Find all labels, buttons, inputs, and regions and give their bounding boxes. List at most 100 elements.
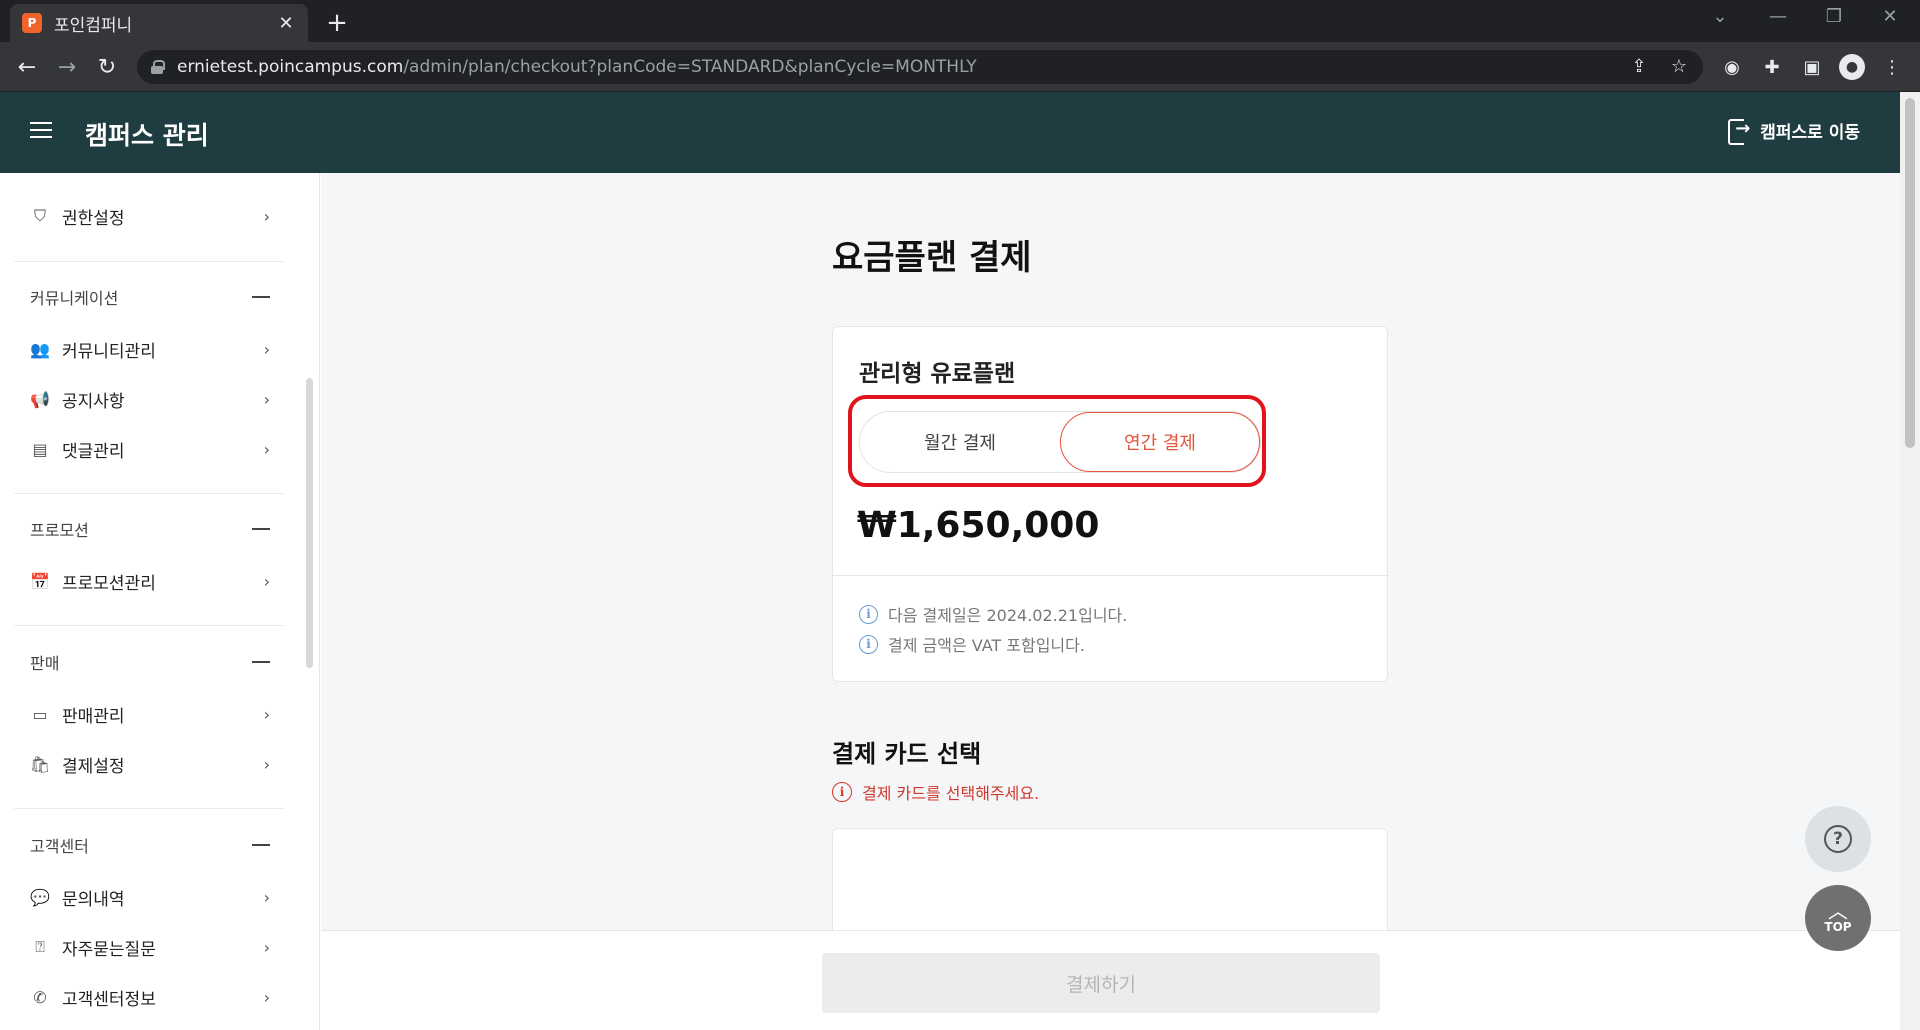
browser-tab-bar: P 포인컴퍼니 ✕ + ⌄ — ❐ ✕ — [0, 0, 1920, 42]
sidebar-item-label: 커뮤니티관리 — [62, 341, 156, 362]
tab-title: 포인컴퍼니 — [54, 15, 133, 36]
chevron-right-icon: › — [263, 571, 270, 591]
sidebar-item-notices[interactable]: 📢 공지사항 › — [30, 384, 270, 414]
browser-menu-icon[interactable]: ⋮ — [1879, 54, 1905, 80]
side-panel-icon[interactable]: ▣ — [1799, 54, 1825, 80]
chevron-right-icon: › — [263, 206, 270, 226]
sidebar-divider — [14, 261, 284, 262]
collapse-minus-icon — [252, 844, 270, 846]
sidebar-item-faq[interactable]: ⍰ 자주묻는질문 › — [30, 932, 270, 962]
sidebar-group-label: 판매 — [30, 654, 60, 673]
hamburger-menu-icon[interactable] — [30, 120, 52, 140]
chevron-right-icon: › — [263, 887, 270, 907]
card-divider — [833, 575, 1387, 576]
sidebar-item-label: 공지사항 — [62, 391, 125, 412]
warning-info-icon: i — [832, 782, 852, 802]
sidebar-item-label: 댓글관리 — [62, 441, 125, 462]
sidebar-divider — [14, 625, 284, 626]
chat-bubble-icon: 💬 — [30, 887, 50, 907]
phone-icon: ✆ — [33, 987, 47, 1007]
chevron-right-icon: › — [263, 754, 270, 774]
sidebar-group-support[interactable]: 고객센터 — [30, 830, 270, 860]
sidebar-divider — [14, 808, 284, 809]
highlight-annotation — [848, 395, 1266, 487]
question-icon: ? — [1824, 825, 1852, 853]
sidebar-item-label: 자주묻는질문 — [62, 939, 156, 960]
chevron-right-icon: › — [263, 987, 270, 1007]
pay-button[interactable]: 결제하기 — [822, 953, 1380, 1013]
sidebar-item-payment-settings[interactable]: 🛍 결제설정 › — [30, 749, 270, 779]
next-payment-note: i 다음 결제일은 2024.02.21입니다. — [859, 602, 1127, 626]
plan-price: ₩1,650,000 — [857, 505, 1100, 546]
tab-search-icon[interactable]: ⌄ — [1700, 6, 1740, 27]
sidebar-item-promotion-manage[interactable]: 📅 프로모션관리 › — [30, 566, 270, 596]
plan-card: 관리형 유료플랜 월간 결제 연간 결제 ₩1,650,000 i 다음 결제일… — [832, 326, 1388, 682]
sidebar-item-label: 판매관리 — [62, 706, 125, 727]
page-scrollbar-thumb[interactable] — [1905, 98, 1915, 448]
sidebar-item-support-info[interactable]: ✆ 고객센터정보 › — [30, 982, 270, 1012]
sidebar: ⛉ 권한설정 › 커뮤니케이션 👥 커뮤니티관리 › 📢 공지사항 › ▤ 댓글… — [0, 173, 320, 1030]
collapse-minus-icon — [252, 528, 270, 530]
bottom-action-bar: 결제하기 — [321, 930, 1900, 1030]
chevron-right-icon: › — [263, 704, 270, 724]
address-bar[interactable]: ernietest.poincampus.com/admin/plan/chec… — [137, 50, 1703, 84]
scroll-top-button[interactable]: ︿ TOP — [1805, 885, 1871, 951]
card-section-title: 결제 카드 선택 — [832, 740, 982, 768]
back-icon[interactable]: ← — [12, 52, 42, 82]
calendar-icon: 📅 — [30, 571, 50, 591]
sidebar-item-inquiries[interactable]: 💬 문의내역 › — [30, 882, 270, 912]
url-host: ernietest.poincampus.com — [177, 57, 404, 77]
sidebar-group-communication[interactable]: 커뮤니케이션 — [30, 282, 270, 312]
collapse-minus-icon — [252, 296, 270, 298]
warning-text: 결제 카드를 선택해주세요. — [862, 784, 1040, 803]
sidebar-item-comments[interactable]: ▤ 댓글관리 › — [30, 434, 270, 464]
lock-icon — [151, 60, 165, 74]
extensions-puzzle-icon[interactable]: ✚ — [1759, 54, 1785, 80]
sidebar-group-sales[interactable]: 판매 — [30, 647, 270, 677]
collapse-minus-icon — [252, 661, 270, 663]
app-header: 캠퍼스 관리 캠퍼스로 이동 — [0, 92, 1900, 173]
sidebar-scrollbar[interactable] — [306, 378, 313, 668]
sidebar-item-permissions[interactable]: ⛉ 권한설정 › — [30, 201, 270, 231]
note-text: 다음 결제일은 2024.02.21입니다. — [888, 606, 1128, 625]
comment-icon: ▤ — [32, 439, 48, 459]
top-label: TOP — [1824, 920, 1852, 934]
forward-icon[interactable]: → — [52, 52, 82, 82]
reload-icon[interactable]: ↻ — [92, 52, 122, 82]
restore-button[interactable]: ❐ — [1814, 6, 1854, 27]
new-tab-button[interactable]: + — [322, 8, 352, 38]
share-icon[interactable]: ⇪ — [1627, 56, 1651, 77]
sidebar-item-label: 프로모션관리 — [62, 573, 156, 594]
close-tab-icon[interactable]: ✕ — [276, 13, 296, 34]
sidebar-group-label: 고객센터 — [30, 837, 89, 856]
card-warning: i 결제 카드를 선택해주세요. — [832, 780, 1039, 804]
exit-icon — [1728, 118, 1750, 145]
camera-extension-icon[interactable]: ◉ — [1719, 54, 1745, 80]
info-icon: i — [859, 634, 878, 654]
url-path: /admin/plan/checkout?planCode=STANDARD&p… — [403, 57, 977, 77]
card-select-area[interactable] — [832, 828, 1388, 930]
profile-avatar-icon[interactable]: ● — [1839, 54, 1865, 80]
page-title: 요금플랜 결제 — [832, 238, 1032, 278]
chevron-right-icon: › — [263, 937, 270, 957]
vat-note: i 결제 금액은 VAT 포함입니다. — [859, 632, 1085, 656]
sidebar-group-label: 프로모션 — [30, 521, 89, 540]
note-text: 결제 금액은 VAT 포함입니다. — [888, 636, 1085, 655]
shopping-bag-icon: 🛍 — [29, 754, 51, 774]
bookmark-star-icon[interactable]: ☆ — [1667, 56, 1691, 77]
question-box-icon: ⍰ — [35, 937, 45, 956]
close-window-button[interactable]: ✕ — [1870, 6, 1910, 27]
sidebar-item-label: 문의내역 — [62, 889, 125, 910]
browser-tab[interactable]: P 포인컴퍼니 ✕ — [10, 4, 308, 42]
plan-name: 관리형 유료플랜 — [859, 361, 1016, 387]
minimize-button[interactable]: — — [1758, 6, 1798, 27]
sidebar-divider — [14, 493, 284, 494]
help-button[interactable]: ? — [1805, 806, 1871, 872]
goto-campus-button[interactable]: 캠퍼스로 이동 — [1728, 118, 1860, 145]
sidebar-group-promotion[interactable]: 프로모션 — [30, 514, 270, 544]
sidebar-item-sales-manage[interactable]: ▭ 판매관리 › — [30, 699, 270, 729]
chevron-right-icon: › — [263, 439, 270, 459]
sidebar-item-label: 고객센터정보 — [62, 989, 156, 1010]
sidebar-item-community[interactable]: 👥 커뮤니티관리 › — [30, 334, 270, 364]
page-scrollbar[interactable] — [1900, 92, 1920, 1030]
